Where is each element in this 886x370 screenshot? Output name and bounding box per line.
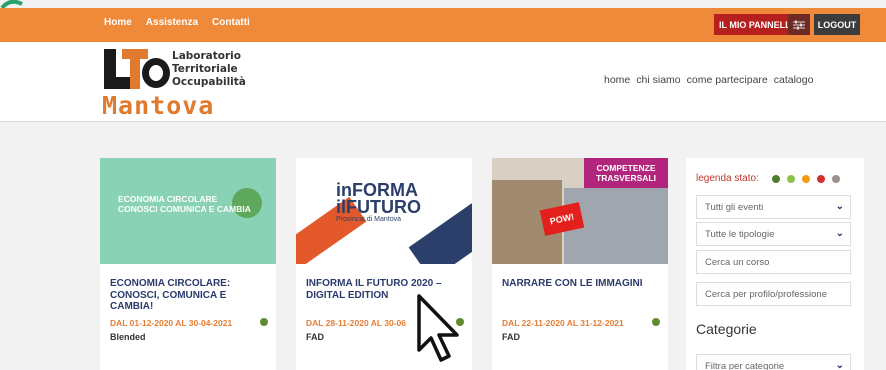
course-dates: DAL 01-12-2020 AL 30-04-2021 bbox=[110, 318, 233, 328]
thumbnail-line: COMPETENZE bbox=[596, 163, 656, 173]
course-card[interactable]: POW! COMPETENZE TRASVERSALI NARRARE CON … bbox=[492, 158, 668, 370]
logout-button[interactable]: LOGOUT bbox=[814, 14, 860, 35]
course-search-placeholder: Cerca un corso bbox=[705, 257, 770, 268]
site-header: Laboratorio Territoriale Occupabilità Ma… bbox=[0, 42, 886, 122]
logo-line-1: Laboratorio bbox=[172, 50, 241, 62]
legend-label: legenda stato: bbox=[696, 173, 759, 184]
legend-dot-icon bbox=[832, 175, 840, 183]
status-dot-icon bbox=[260, 318, 268, 326]
types-select-value: Tutte le tipologie bbox=[705, 229, 775, 240]
course-mode: Blended bbox=[110, 332, 146, 342]
site-logo[interactable]: Laboratorio Territoriale Occupabilità Ma… bbox=[102, 47, 272, 120]
course-title[interactable]: ECONOMIA CIRCOLARE: CONOSCI, COMUNICA E … bbox=[110, 278, 266, 313]
mouse-cursor-icon bbox=[417, 294, 459, 362]
thumbnail-text: inFORMA ilFUTURO bbox=[336, 181, 421, 217]
course-title[interactable]: NARRARE CON LE IMMAGINI bbox=[502, 278, 658, 290]
main-nav-chi-siamo[interactable]: chi siamo bbox=[636, 74, 680, 86]
main-nav-come-partecipare[interactable]: come partecipare bbox=[687, 74, 768, 86]
course-search-input[interactable]: Cerca un corso bbox=[696, 250, 851, 274]
my-panel-button[interactable]: IL MIO PANNELLO bbox=[714, 14, 810, 35]
thumbnail-text: ECONOMIA CIRCOLARE CONOSCI COMUNICA E CA… bbox=[118, 194, 251, 214]
sliders-icon bbox=[788, 14, 810, 35]
categories-heading: Categorie bbox=[696, 321, 757, 337]
types-select[interactable]: Tutte le tipologie ⌄ bbox=[696, 222, 851, 246]
course-dates: DAL 28-11-2020 AL 30-06 bbox=[306, 318, 407, 328]
filter-sidebar: legenda stato: Tutti gli eventi ⌄ Tutte … bbox=[686, 158, 864, 370]
category-select[interactable]: Filtra per categorie ⌄ bbox=[696, 354, 851, 370]
lto-logo-mark bbox=[104, 49, 170, 89]
events-select[interactable]: Tutti gli eventi ⌄ bbox=[696, 195, 851, 219]
events-select-value: Tutti gli eventi bbox=[705, 202, 764, 213]
profile-search-placeholder: Cerca per profilo/professione bbox=[705, 289, 827, 300]
main-nav-home[interactable]: home bbox=[604, 74, 630, 86]
course-mode: FAD bbox=[502, 332, 520, 342]
thumbnail-subtitle: Provincia di Mantova bbox=[336, 216, 401, 223]
top-nav-contatti[interactable]: Contatti bbox=[212, 17, 250, 28]
my-panel-label: IL MIO PANNELLO bbox=[719, 19, 798, 30]
chevron-down-icon: ⌄ bbox=[835, 228, 844, 239]
course-thumbnail[interactable]: inFORMA ilFUTURO Provincia di Mantova bbox=[296, 158, 472, 264]
profile-search-input[interactable]: Cerca per profilo/professione bbox=[696, 282, 851, 306]
legend-dot-icon bbox=[817, 175, 825, 183]
course-thumbnail[interactable]: ECONOMIA CIRCOLARE CONOSCI COMUNICA E CA… bbox=[100, 158, 276, 264]
legend-dot-icon bbox=[772, 175, 780, 183]
course-dates: DAL 22-11-2020 AL 31-12-2021 bbox=[502, 318, 624, 328]
main-nav: home chi siamo come partecipare catalogo bbox=[604, 74, 813, 86]
top-bar: Home Assistenza Contatti IL MIO PANNELLO… bbox=[0, 8, 886, 42]
logo-line-2: Territoriale bbox=[172, 63, 238, 75]
logo-city: Mantova bbox=[102, 91, 215, 120]
main-nav-catalogo[interactable]: catalogo bbox=[774, 74, 814, 86]
category-select-value: Filtra per categorie bbox=[705, 361, 785, 370]
logo-text: Laboratorio Territoriale Occupabilità bbox=[172, 50, 246, 89]
top-nav: Home Assistenza Contatti bbox=[104, 17, 250, 28]
legend-dot-icon bbox=[802, 175, 810, 183]
course-card[interactable]: ECONOMIA CIRCOLARE CONOSCI COMUNICA E CA… bbox=[100, 158, 276, 370]
thumbnail-banner: COMPETENZE TRASVERSALI bbox=[584, 158, 668, 188]
course-thumbnail[interactable]: POW! COMPETENZE TRASVERSALI bbox=[492, 158, 668, 264]
legend-dot-icon bbox=[787, 175, 795, 183]
thumbnail-line: TRASVERSALI bbox=[596, 173, 656, 183]
thumbnail-line: ECONOMIA CIRCOLARE bbox=[118, 194, 218, 204]
chevron-down-icon: ⌄ bbox=[835, 201, 844, 212]
thumbnail-line: ilFUTURO bbox=[336, 197, 421, 217]
logo-line-3: Occupabilità bbox=[172, 76, 246, 88]
chevron-down-icon: ⌄ bbox=[835, 360, 844, 370]
top-nav-home[interactable]: Home bbox=[104, 17, 132, 28]
thumbnail-line: CONOSCI COMUNICA E CAMBIA bbox=[118, 204, 251, 214]
top-nav-assistenza[interactable]: Assistenza bbox=[146, 17, 198, 28]
course-mode: FAD bbox=[306, 332, 324, 342]
status-dot-icon bbox=[652, 318, 660, 326]
